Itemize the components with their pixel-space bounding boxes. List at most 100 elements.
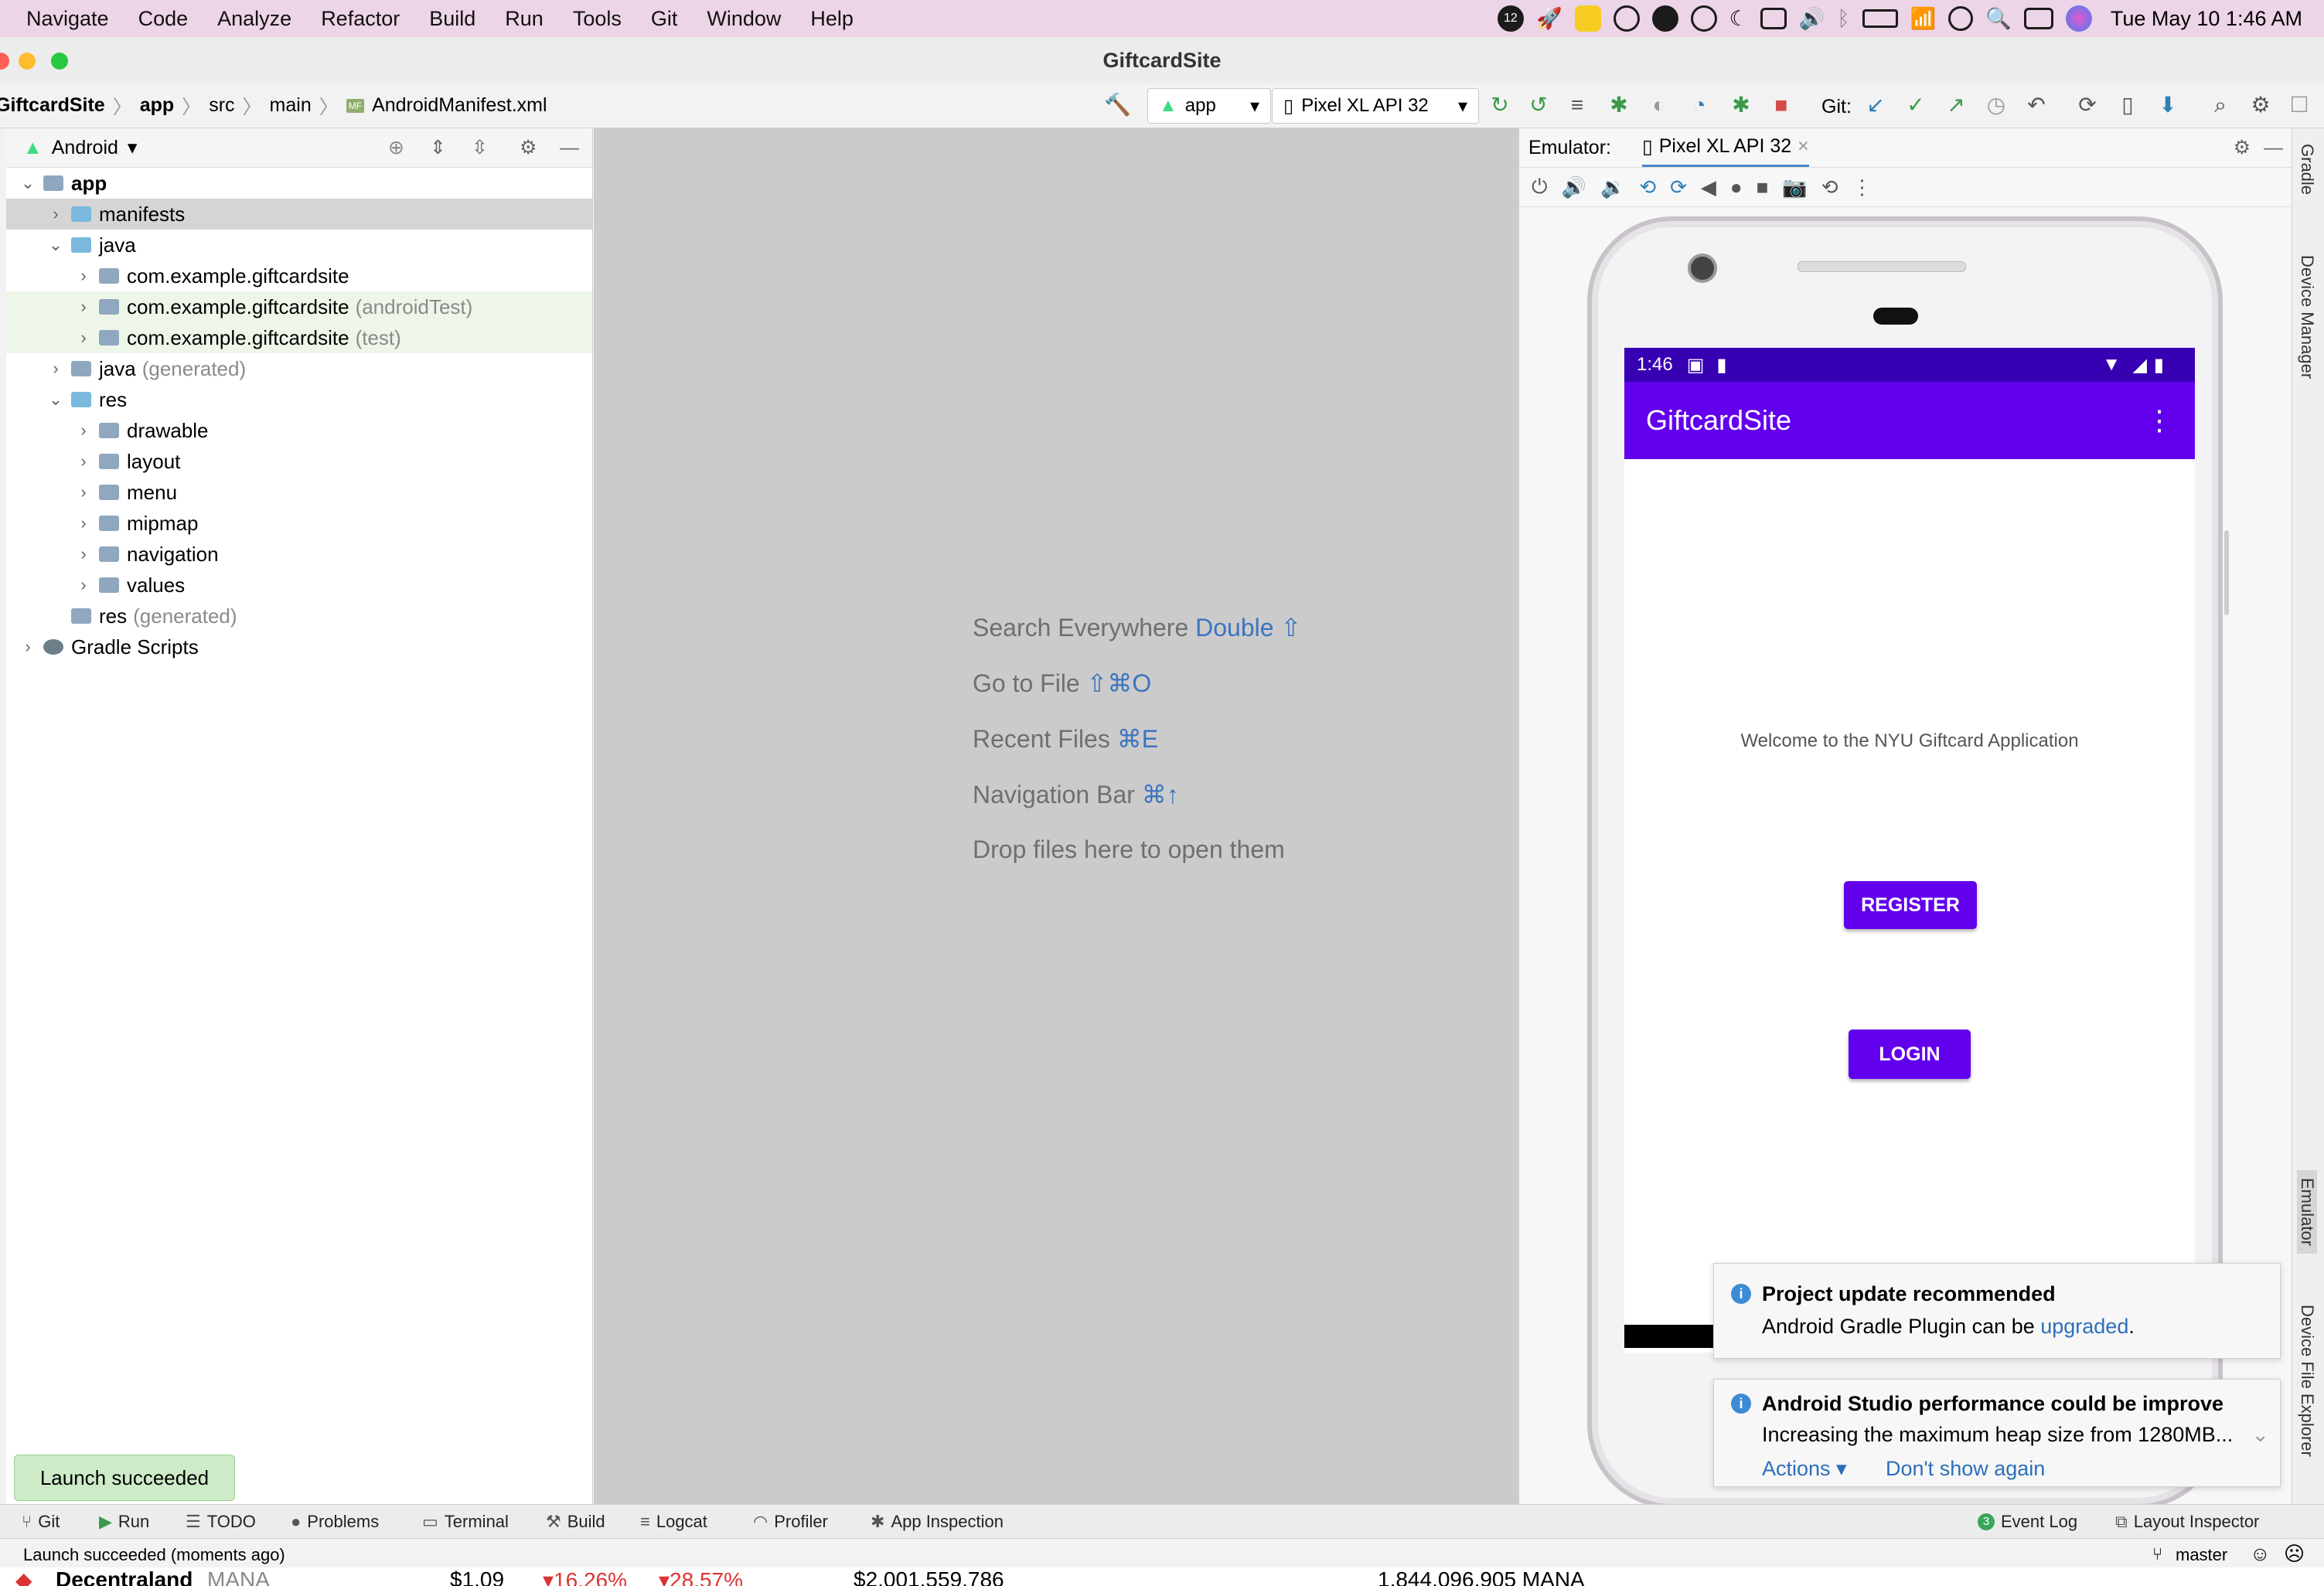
tab-terminal[interactable]: ▭ Terminal: [422, 1505, 509, 1539]
chevron-right-icon[interactable]: ›: [48, 359, 63, 379]
chevron-down-icon[interactable]: ▾: [128, 136, 138, 159]
tab-run[interactable]: ▶ Run: [99, 1505, 149, 1539]
debug-icon[interactable]: ✱: [1607, 93, 1631, 117]
close-tab-icon[interactable]: ×: [1798, 135, 1809, 158]
settings-gear-icon[interactable]: ⚙: [2248, 93, 2273, 117]
chevron-right-icon[interactable]: ›: [76, 513, 91, 533]
display-icon[interactable]: [1760, 8, 1787, 29]
tree-item[interactable]: › drawable: [6, 415, 592, 446]
snapshot-icon[interactable]: ⟲: [1821, 175, 1838, 199]
vpn-icon[interactable]: [1651, 5, 1678, 32]
breadcrumb-main[interactable]: main: [270, 94, 312, 117]
hide-emulator-icon[interactable]: —: [2264, 137, 2283, 159]
tree-item[interactable]: › com.example.giftcardsite (androidTest): [6, 291, 592, 322]
sdk-manager-icon[interactable]: ⬇: [2155, 93, 2180, 117]
menu-window[interactable]: Window: [692, 7, 796, 31]
expand-all-icon[interactable]: ⇕: [430, 136, 446, 159]
collapse-all-icon[interactable]: ⇳: [472, 136, 488, 159]
launch-toast[interactable]: Launch succeeded: [14, 1455, 235, 1501]
tree-item[interactable]: › navigation: [6, 539, 592, 570]
tree-item[interactable]: res (generated): [6, 601, 592, 631]
tree-item[interactable]: ⌄ app: [6, 168, 592, 199]
login-button[interactable]: LOGIN: [1849, 1030, 1971, 1079]
app-icon[interactable]: [1574, 5, 1601, 32]
notification-actions[interactable]: Actions ▾: [1762, 1457, 1847, 1481]
menu-run[interactable]: Run: [490, 7, 558, 31]
apply-code-changes-icon[interactable]: ↺: [1526, 93, 1551, 117]
close-window-button[interactable]: [0, 53, 9, 70]
tab-event-log[interactable]: 3 Event Log: [1978, 1505, 2077, 1539]
sync-gradle-icon[interactable]: ⟳: [2075, 93, 2100, 117]
menu-tools[interactable]: Tools: [558, 7, 636, 31]
chevron-right-icon[interactable]: ›: [76, 544, 91, 564]
coverage-icon[interactable]: ≡: [1565, 93, 1590, 117]
volume-icon[interactable]: 🔊: [1799, 6, 1825, 31]
git-commit-icon[interactable]: ✓: [1903, 93, 1928, 117]
rotate-right-icon[interactable]: ⟳: [1670, 175, 1687, 199]
chevron-right-icon[interactable]: ›: [76, 266, 91, 286]
power-icon[interactable]: ⏻: [1532, 175, 1548, 199]
device-selector[interactable]: ▯ Pixel XL API 32 ▾: [1272, 88, 1479, 124]
tab-device-file-explorer[interactable]: Device File Explorer: [2297, 1305, 2317, 1457]
tab-emulator[interactable]: Emulator: [2297, 1170, 2317, 1254]
run-config-selector[interactable]: ▲ app ▾: [1147, 88, 1271, 124]
chevron-right-icon[interactable]: ›: [76, 575, 91, 595]
stop-icon[interactable]: ■: [1769, 93, 1794, 117]
menu-git[interactable]: Git: [636, 7, 693, 31]
chevron-right-icon[interactable]: ›: [76, 451, 91, 471]
overview-icon[interactable]: ■: [1757, 175, 1769, 199]
git-update-icon[interactable]: ↙: [1863, 93, 1888, 117]
tab-gradle[interactable]: Gradle: [2297, 144, 2317, 195]
tab-logcat[interactable]: ≡ Logcat: [640, 1505, 707, 1539]
tab-app-inspection[interactable]: ✱ App Inspection: [871, 1505, 1004, 1539]
chevron-down-icon[interactable]: ⌄: [20, 173, 36, 193]
git-rollback-icon[interactable]: ↶: [2024, 93, 2049, 117]
editor-empty-area[interactable]: Search Everywhere Double ⇧ Go to File ⇧⌘…: [594, 128, 1518, 1504]
breadcrumb-project[interactable]: GiftcardSite: [0, 94, 105, 117]
panel-settings-gear-icon[interactable]: ⚙: [520, 136, 537, 159]
menu-build[interactable]: Build: [414, 7, 490, 31]
menubar-clock[interactable]: Tue May 10 1:46 AM: [2111, 7, 2302, 31]
play-icon[interactable]: [1690, 5, 1717, 32]
wifi-icon[interactable]: 📶: [1910, 6, 1937, 31]
chevron-right-icon[interactable]: ›: [48, 204, 63, 224]
tab-git[interactable]: ⑂ Git: [22, 1505, 60, 1539]
git-push-icon[interactable]: ↗: [1944, 93, 1968, 117]
chevron-down-icon[interactable]: ⌄: [48, 235, 63, 255]
tree-item[interactable]: › values: [6, 570, 592, 601]
breadcrumb-app[interactable]: app: [140, 94, 174, 117]
phone-screen[interactable]: 1:46 ▣ ▮ ▼ ◢ ▮ GiftcardSite ⋮ Welcome to…: [1624, 348, 2195, 1353]
tab-todo[interactable]: ☰ TODO: [186, 1505, 256, 1539]
attach-debugger-icon[interactable]: ✱: [1729, 93, 1753, 117]
search-icon[interactable]: 🔍: [1985, 6, 2012, 31]
screenshot-icon[interactable]: 📷: [1782, 175, 1807, 199]
bluetooth-icon[interactable]: ᛒ: [1837, 7, 1849, 31]
circle-icon[interactable]: [1613, 5, 1640, 32]
tree-item[interactable]: › manifests: [6, 199, 592, 230]
tree-item[interactable]: › menu: [6, 477, 592, 508]
locate-icon[interactable]: ⊕: [388, 136, 404, 159]
device-tab[interactable]: ▯ Pixel XL API 32 ×: [1641, 128, 1809, 167]
chevron-right-icon[interactable]: ›: [76, 482, 91, 502]
home-icon[interactable]: ●: [1730, 175, 1743, 199]
tree-item[interactable]: › mipmap: [6, 508, 592, 539]
tab-device-manager[interactable]: Device Manager: [2297, 255, 2317, 379]
register-button[interactable]: REGISTER: [1844, 881, 1977, 929]
frown-icon[interactable]: ☹: [2284, 1542, 2305, 1566]
chevron-right-icon[interactable]: ›: [20, 637, 36, 657]
moon-icon[interactable]: ☾: [1729, 7, 1748, 31]
chevron-right-icon[interactable]: ›: [76, 328, 91, 348]
tree-item[interactable]: ⌄ res: [6, 384, 592, 415]
chevron-down-icon[interactable]: ⌄: [48, 390, 63, 410]
user-icon[interactable]: [1948, 6, 1974, 31]
control-center-icon[interactable]: [2023, 8, 2053, 29]
smiley-icon[interactable]: ☺: [2250, 1542, 2271, 1566]
hide-panel-icon[interactable]: —: [560, 137, 579, 159]
chevron-right-icon[interactable]: ›: [76, 420, 91, 441]
upgrade-link[interactable]: upgraded: [2040, 1315, 2128, 1338]
minimize-window-button[interactable]: [19, 53, 36, 70]
profile-icon[interactable]: ◔: [1687, 93, 1712, 117]
search-everywhere-icon[interactable]: ⌕: [2208, 93, 2233, 117]
tree-item[interactable]: › com.example.giftcardsite: [6, 260, 592, 291]
tree-item[interactable]: › com.example.giftcardsite (test): [6, 322, 592, 353]
